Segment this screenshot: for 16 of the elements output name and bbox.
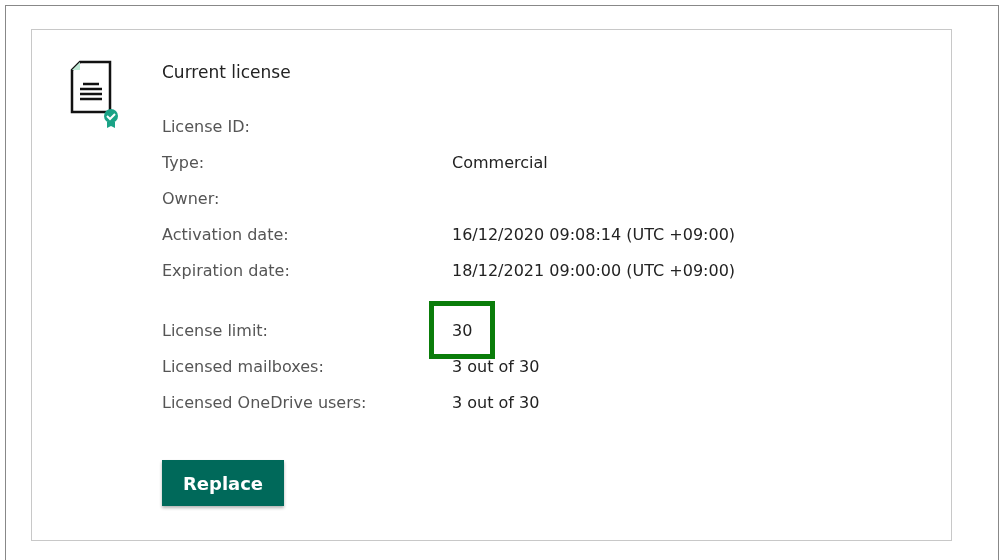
field-value: 3 out of 30	[452, 392, 540, 412]
field-label: Owner:	[162, 188, 220, 208]
field-value: 16/12/2020 09:08:14 (UTC +09:00)	[452, 224, 736, 244]
field-label: Type:	[162, 152, 205, 172]
field-label: License limit:	[162, 320, 268, 340]
field-value: 30	[452, 320, 473, 340]
field-label: Activation date:	[162, 224, 289, 244]
field-label: Expiration date:	[162, 260, 290, 280]
field-value: 3 out of 30	[452, 356, 540, 376]
field-label: License ID:	[162, 116, 250, 136]
field-value: Commercial	[452, 152, 548, 172]
field-label: Licensed OneDrive users:	[162, 392, 367, 412]
field-value: 18/12/2021 09:00:00 (UTC +09:00)	[452, 260, 736, 280]
field-label: Licensed mailboxes:	[162, 356, 324, 376]
card-title: Current license	[162, 62, 292, 84]
replace-button[interactable]: Replace	[162, 460, 284, 506]
